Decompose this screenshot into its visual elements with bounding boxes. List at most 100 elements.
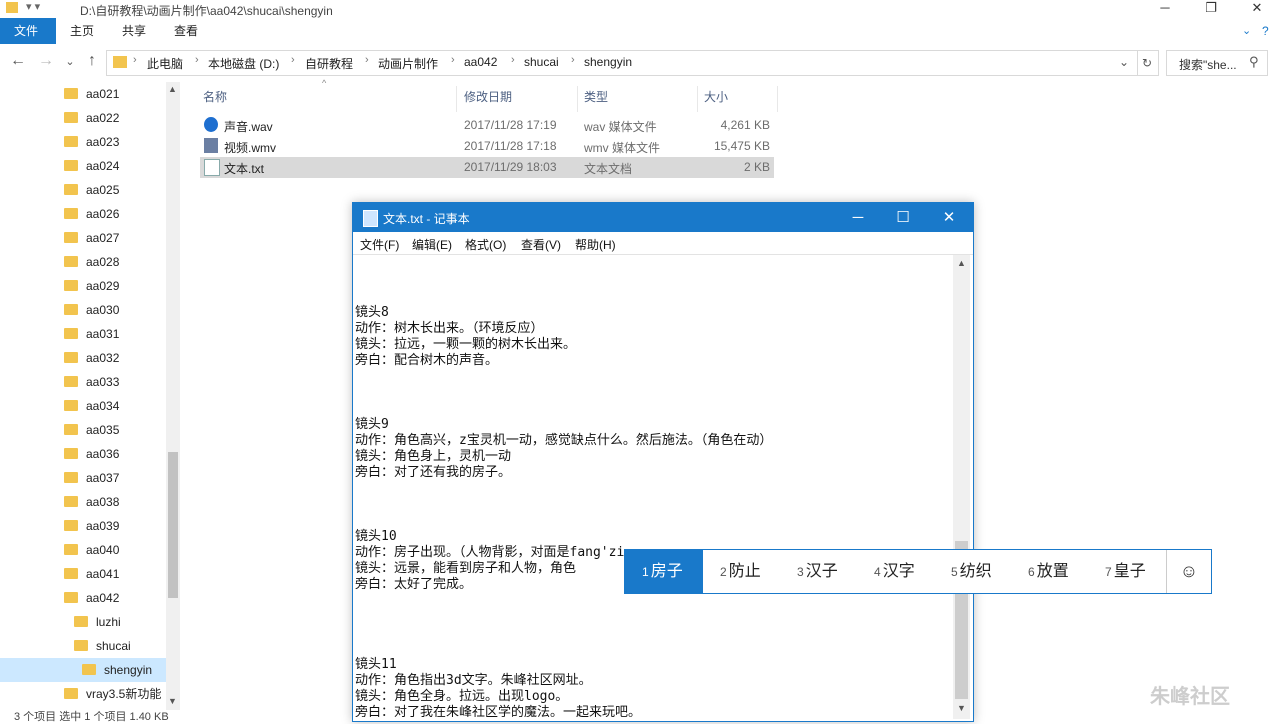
refresh-icon[interactable]: ↻ xyxy=(1136,50,1159,76)
forward-arrow-icon[interactable]: → xyxy=(36,52,56,70)
breadcrumb-separator-icon[interactable]: › xyxy=(291,54,295,66)
sidebar-item-aa036[interactable]: aa036 xyxy=(0,442,166,466)
sidebar-item-aa034[interactable]: aa034 xyxy=(0,394,166,418)
close-button[interactable]: ✕ xyxy=(1234,0,1280,18)
emoji-icon[interactable]: ☺ xyxy=(1166,550,1211,593)
menu-edit[interactable]: 编辑(E) xyxy=(412,236,452,253)
address-bar[interactable]: › 此电脑 › 本地磁盘 (D:) › 自研教程 › 动画片制作 › aa042… xyxy=(106,50,1138,76)
tab-share[interactable]: 共享 xyxy=(108,18,160,44)
up-arrow-icon[interactable]: ↑ xyxy=(82,52,102,70)
search-icon[interactable]: ⚲ xyxy=(1249,54,1259,70)
breadcrumb-aa042[interactable]: aa042 xyxy=(464,55,497,69)
sidebar-item-aa037[interactable]: aa037 xyxy=(0,466,166,490)
file-row[interactable]: 视频.wmv 2017/11/28 17:18 wmv 媒体文件 15,475 KB xyxy=(200,136,774,157)
column-divider[interactable] xyxy=(697,86,698,112)
notepad-text-area[interactable]: 镜头8 动作：树木长出来。（环境反应） 镜头：拉远，一颗一颗的树木长出来。 旁白… xyxy=(355,257,951,717)
sidebar-item-luzhi[interactable]: luzhi xyxy=(0,610,166,634)
navigation-pane-scrollbar[interactable] xyxy=(166,82,180,710)
folder-icon xyxy=(6,2,18,13)
sidebar-item-aa031[interactable]: aa031 xyxy=(0,322,166,346)
tab-view[interactable]: 查看 xyxy=(160,18,212,44)
sidebar-item-label: aa021 xyxy=(86,87,120,101)
column-header-name[interactable]: 名称 xyxy=(203,88,227,108)
breadcrumb-local-disk[interactable]: 本地磁盘 (D:) xyxy=(208,55,279,72)
sidebar-item-aa026[interactable]: aa026 xyxy=(0,202,166,226)
breadcrumb-shucai[interactable]: shucai xyxy=(524,55,559,69)
file-date: 2017/11/28 17:18 xyxy=(464,139,557,153)
column-header-type[interactable]: 类型 xyxy=(584,88,608,108)
sidebar-item-aa028[interactable]: aa028 xyxy=(0,250,166,274)
tab-file[interactable]: 文件 xyxy=(0,18,56,44)
minimize-button[interactable]: ─ xyxy=(1142,0,1188,18)
sidebar-item-aa024[interactable]: aa024 xyxy=(0,154,166,178)
scroll-down-arrow-icon[interactable]: ▼ xyxy=(168,696,177,706)
quick-access-toolbar[interactable]: ▾ ▾ xyxy=(26,0,40,13)
sidebar-item-aa023[interactable]: aa023 xyxy=(0,130,166,154)
sidebar-item-aa042[interactable]: aa042 xyxy=(0,586,166,610)
breadcrumb-separator-icon[interactable]: › xyxy=(365,54,369,66)
file-size: 2 KB xyxy=(743,160,770,174)
column-header-size[interactable]: 大小 xyxy=(704,88,728,108)
maximize-button[interactable]: ❐ xyxy=(1188,0,1234,18)
sidebar-item-aa039[interactable]: aa039 xyxy=(0,514,166,538)
breadcrumb-separator-icon[interactable]: › xyxy=(451,54,455,66)
column-divider[interactable] xyxy=(577,86,578,112)
address-dropdown-chevron-icon[interactable]: ⌄ xyxy=(1119,55,1129,69)
notepad-minimize-button[interactable]: ─ xyxy=(835,203,881,232)
sidebar-item-aa021[interactable]: aa021 xyxy=(0,82,166,106)
ime-candidate-number: 2 xyxy=(720,565,727,579)
sidebar-item-aa022[interactable]: aa022 xyxy=(0,106,166,130)
sidebar-item-aa030[interactable]: aa030 xyxy=(0,298,166,322)
sidebar-item-aa041[interactable]: aa041 xyxy=(0,562,166,586)
file-row[interactable]: 声音.wav 2017/11/28 17:19 wav 媒体文件 4,261 KB xyxy=(200,115,774,136)
scroll-up-arrow-icon[interactable]: ▲ xyxy=(957,258,966,268)
scroll-up-arrow-icon[interactable]: ▲ xyxy=(168,84,177,94)
menu-format[interactable]: 格式(O) xyxy=(465,236,506,253)
help-icon[interactable]: ? xyxy=(1262,24,1269,38)
menu-view[interactable]: 查看(V) xyxy=(521,236,561,253)
ime-candidate[interactable]: 5 纺织 xyxy=(934,550,1011,593)
sidebar-item-aa040[interactable]: aa040 xyxy=(0,538,166,562)
breadcrumb-separator-icon[interactable]: › xyxy=(571,54,575,66)
breadcrumb-shengyin[interactable]: shengyin xyxy=(584,55,632,69)
notepad-maximize-button[interactable]: ☐ xyxy=(880,203,926,232)
column-header-date[interactable]: 修改日期 xyxy=(464,88,512,108)
back-arrow-icon[interactable]: ← xyxy=(8,52,28,70)
menu-help[interactable]: 帮助(H) xyxy=(575,236,616,253)
column-divider[interactable] xyxy=(777,86,778,112)
sidebar-item-shengyin[interactable]: shengyin xyxy=(0,658,166,682)
sidebar-item-vray3.5新功能[interactable]: vray3.5新功能 xyxy=(0,682,166,706)
breadcrumb-animation[interactable]: 动画片制作 xyxy=(378,55,438,72)
breadcrumb-tutorials[interactable]: 自研教程 xyxy=(305,55,353,72)
sidebar-item-aa027[interactable]: aa027 xyxy=(0,226,166,250)
sidebar-item-shucai[interactable]: shucai xyxy=(0,634,166,658)
breadcrumb-separator-icon[interactable]: › xyxy=(511,54,515,66)
ime-candidate[interactable]: 4 汉字 xyxy=(857,550,934,593)
sidebar-item-aa032[interactable]: aa032 xyxy=(0,346,166,370)
sidebar-item-aa033[interactable]: aa033 xyxy=(0,370,166,394)
search-input[interactable]: 搜索"she... ⚲ xyxy=(1166,50,1268,76)
window-title-path: D:\自研教程\动画片制作\aa042\shucai\shengyin xyxy=(80,4,333,18)
sidebar-item-aa029[interactable]: aa029 xyxy=(0,274,166,298)
sidebar-item-label: aa040 xyxy=(86,543,120,557)
sidebar-item-aa038[interactable]: aa038 xyxy=(0,490,166,514)
ime-candidate[interactable]: 3 汉子 xyxy=(780,550,857,593)
navigation-pane-scrollbar-thumb[interactable] xyxy=(168,452,178,598)
sidebar-item-aa035[interactable]: aa035 xyxy=(0,418,166,442)
menu-file[interactable]: 文件(F) xyxy=(360,236,399,253)
breadcrumb-this-pc[interactable]: 此电脑 xyxy=(147,55,183,72)
tab-home[interactable]: 主页 xyxy=(56,18,108,44)
ime-candidate[interactable]: 2 防止 xyxy=(703,550,780,593)
ime-candidate[interactable]: 7 皇子 xyxy=(1088,550,1165,593)
notepad-title-bar[interactable]: 文本.txt - 记事本 ─ ☐ ✕ xyxy=(353,203,973,232)
breadcrumb-separator-icon[interactable]: › xyxy=(133,54,137,66)
notepad-close-button[interactable]: ✕ xyxy=(926,203,972,232)
file-row[interactable]: 文本.txt 2017/11/29 18:03 文本文档 2 KB xyxy=(200,157,774,178)
ime-candidate[interactable]: 6 放置 xyxy=(1011,550,1088,593)
ime-candidate[interactable]: 1 房子 xyxy=(625,550,703,593)
column-divider[interactable] xyxy=(456,86,457,112)
ribbon-expand-icon[interactable]: ⌄ xyxy=(1242,24,1251,37)
breadcrumb-separator-icon[interactable]: › xyxy=(195,54,199,66)
recent-locations-chevron-icon[interactable]: ⌄ xyxy=(60,55,80,68)
sidebar-item-aa025[interactable]: aa025 xyxy=(0,178,166,202)
